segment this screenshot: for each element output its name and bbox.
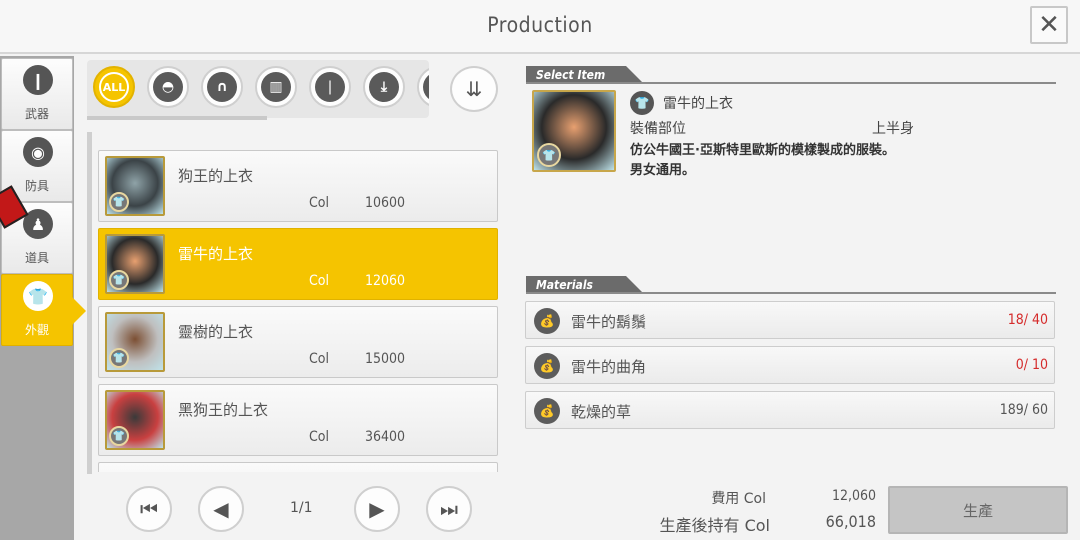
filter-all[interactable]: ALL	[93, 66, 135, 108]
shirt-icon: 👕	[109, 270, 129, 290]
balance-after-value: 66,018	[825, 512, 876, 531]
selected-item-name: 雷牛的上衣	[663, 96, 733, 112]
pants-icon: ∩	[207, 72, 237, 102]
filter-more[interactable]	[417, 66, 429, 108]
item-name: 黑狗王的上衣	[178, 401, 269, 419]
item-name: 靈樹的上衣	[178, 323, 254, 341]
item-price: 15000	[365, 351, 406, 367]
all-icon: ALL	[99, 72, 129, 102]
category-sidebar: ❙ 武器 ◉ 防具 ♟ 道具 👕 外觀	[0, 56, 86, 540]
more-icon	[423, 72, 429, 102]
item-thumbnail: 👕	[105, 390, 165, 450]
material-bag-icon: 💰	[534, 308, 560, 334]
sort-icon: ⇊	[465, 77, 483, 101]
rapier-icon: ⤓	[369, 72, 399, 102]
gender-note: 男女通用。	[630, 163, 696, 178]
material-name: 雷牛的曲角	[571, 358, 647, 376]
first-page-button[interactable]: ⏮	[126, 486, 172, 532]
page-indicator: 1/1	[290, 500, 313, 516]
section-divider	[526, 292, 1056, 294]
filter-shirt[interactable]: ▥	[255, 66, 297, 108]
sword-icon: ❘	[315, 72, 345, 102]
produce-button[interactable]: 生產	[888, 486, 1068, 534]
shirt-icon: 👕	[537, 143, 561, 167]
filter-pants[interactable]: ∩	[201, 66, 243, 108]
prev-page-button[interactable]: ◀	[198, 486, 244, 532]
category-label: 外觀	[24, 323, 49, 337]
section-divider	[526, 82, 1056, 84]
last-page-button[interactable]: ⏭	[426, 486, 472, 532]
material-row[interactable]: 💰 乾燥的草 189/ 60	[525, 391, 1055, 429]
description-text: 仿公牛國王·亞斯特里歐斯的模樣製成的服裝。	[630, 143, 895, 158]
item-thumbnail: 👕	[105, 312, 165, 372]
item-price: 36400	[365, 429, 406, 445]
skip-end-icon: ⏭	[440, 497, 458, 521]
sword-icon: ❙	[23, 65, 53, 95]
category-label: 武器	[24, 107, 49, 121]
jacket-icon: ◓	[153, 72, 183, 102]
list-item-selected[interactable]: 👕 雷牛的上衣 Col 12060	[98, 228, 498, 300]
shirt-icon: 👕	[109, 426, 129, 446]
shirt-icon: 👕	[23, 281, 53, 311]
selected-item-thumbnail: 👕	[532, 90, 616, 172]
currency-label: Col	[309, 273, 330, 289]
page-title: Production	[487, 13, 593, 37]
chevron-right-icon: ▶	[369, 497, 385, 521]
equip-slot-value: 上半身	[872, 121, 914, 137]
material-row[interactable]: 💰 雷牛的曲角 0/ 10	[525, 346, 1055, 384]
item-name: 狗王的上衣	[178, 167, 254, 185]
filter-jacket[interactable]: ◓	[147, 66, 189, 108]
close-icon: ✕	[1038, 10, 1060, 40]
shirt-icon: 👕	[109, 192, 129, 212]
currency-label: Col	[309, 195, 330, 211]
material-bag-icon: 💰	[534, 398, 560, 424]
sort-button[interactable]: ⇊	[450, 66, 498, 112]
material-count: 0/ 10	[1015, 357, 1048, 373]
currency-label: Col	[309, 351, 330, 367]
currency-label: Col	[309, 429, 330, 445]
shirt-icon: ▥	[261, 72, 291, 102]
material-name: 雷牛的鬍鬚	[571, 313, 647, 331]
balance-after-label: 生產後持有 Col	[659, 516, 771, 535]
shirt-icon: 👕	[109, 348, 129, 368]
material-name: 乾燥的草	[571, 403, 632, 421]
material-count: 189/ 60	[999, 402, 1048, 418]
list-item[interactable]: 👕 狗王的上衣 Col 10600	[98, 150, 498, 222]
chevron-left-icon: ◀	[213, 497, 229, 521]
fee-value: 12,060	[831, 488, 876, 504]
skip-start-icon: ⏮	[140, 497, 158, 521]
list-item[interactable]: 👕 黑狗王的上衣 Col 36400	[98, 384, 498, 456]
list-item-partial[interactable]	[98, 462, 498, 472]
filter-rapier[interactable]: ⤓	[363, 66, 405, 108]
material-row[interactable]: 💰 雷牛的鬍鬚 18/ 40	[525, 301, 1055, 339]
fee-label: 費用 Col	[711, 491, 766, 507]
armor-icon: ◉	[23, 137, 53, 167]
filter-sword[interactable]: ❘	[309, 66, 351, 108]
close-button[interactable]: ✕	[1030, 6, 1068, 44]
item-list: 👕 狗王的上衣 Col 10600 👕 雷牛的上衣 Col 12060 👕 靈樹…	[98, 150, 500, 472]
shirt-icon: 👕	[630, 91, 654, 115]
item-name: 雷牛的上衣	[178, 245, 254, 263]
next-page-button[interactable]: ▶	[354, 486, 400, 532]
equip-slot-label: 裝備部位	[630, 121, 686, 137]
material-count: 18/ 40	[1007, 312, 1048, 328]
category-label: 道具	[24, 251, 49, 265]
item-price: 10600	[365, 195, 406, 211]
item-thumbnail: 👕	[105, 156, 165, 216]
material-bag-icon: 💰	[534, 353, 560, 379]
category-weapons[interactable]: ❙ 武器	[1, 58, 73, 130]
item-price: 12060	[365, 273, 406, 289]
list-item[interactable]: 👕 靈樹的上衣 Col 15000	[98, 306, 498, 378]
header-bar: Production ✕	[0, 0, 1080, 54]
item-thumbnail: 👕	[105, 234, 165, 294]
filter-bar: ALL ◓ ∩ ▥ ❘ ⤓	[87, 60, 429, 118]
item-description: 仿公牛國王·亞斯特里歐斯的模樣製成的服裝。 男女通用。	[630, 141, 930, 181]
filter-scrollbar[interactable]	[87, 116, 267, 120]
list-scrollbar[interactable]	[87, 132, 92, 474]
category-appearance[interactable]: 👕 外觀	[1, 274, 86, 346]
